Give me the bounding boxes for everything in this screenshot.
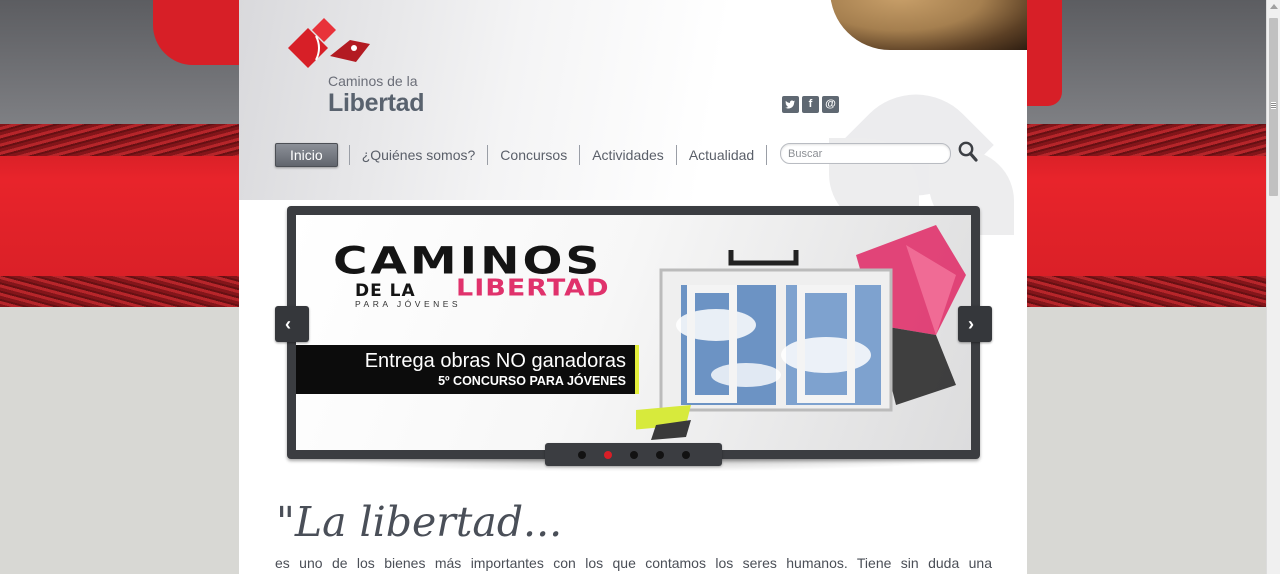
slide-caption-bar: Entrega obras NO ganadoras 5º CONCURSO P… (296, 345, 639, 394)
page-container: Caminos de la Libertad f @ Inicio ¿Quién… (239, 0, 1027, 574)
slider-dot-5[interactable] (681, 450, 690, 459)
scrollbar-thumb[interactable] (1269, 18, 1278, 196)
chevron-left-icon: ‹ (285, 314, 291, 334)
nav-item-actividades[interactable]: Actividades (580, 145, 677, 165)
slider-pagination (545, 443, 722, 466)
slide-banner[interactable]: CAMINOS DE LA LIBERTAD PARA JÓVENES Entr… (296, 215, 971, 450)
slider-dot-3[interactable] (629, 450, 638, 459)
social-links: f @ (782, 96, 839, 113)
slide-caption-sub: 5º CONCURSO PARA JÓVENES (438, 374, 626, 388)
slide-caption: Entrega obras NO ganadoras (364, 350, 626, 372)
nav-item-concursos[interactable]: Concursos (488, 145, 581, 165)
site-logo[interactable]: Caminos de la Libertad (286, 18, 456, 118)
background-shape (153, 0, 253, 65)
logo-text: Caminos de la (328, 73, 418, 89)
scroll-up-icon[interactable] (1270, 4, 1278, 9)
slider-dot-1[interactable] (577, 450, 586, 459)
main-nav: Inicio ¿Quiénes somos? Concursos Activid… (275, 142, 768, 168)
slider-dot-2[interactable] (603, 450, 612, 459)
body-paragraph: es uno de los bienes más importantes con… (275, 555, 992, 571)
nav-item-inicio[interactable]: Inicio (275, 143, 338, 167)
slider-prev-button[interactable]: ‹ (275, 306, 309, 342)
search-icon (958, 141, 978, 162)
search-input[interactable] (780, 143, 951, 164)
chevron-right-icon: › (968, 314, 974, 334)
scrollbar[interactable] (1266, 0, 1280, 574)
slide-subtitle: LIBERTAD (456, 275, 610, 302)
twitter-icon[interactable] (782, 96, 799, 113)
logo-title: Libertad (328, 89, 425, 117)
slide-pre: DE LA (355, 281, 416, 301)
nav-item-actualidad[interactable]: Actualidad (677, 145, 768, 165)
facebook-icon[interactable]: f (802, 96, 819, 113)
nav-item-quienes-somos[interactable]: ¿Quiénes somos? (350, 145, 489, 165)
email-icon[interactable]: @ (822, 96, 839, 113)
slider-dot-4[interactable] (655, 450, 664, 459)
slider-next-button[interactable]: › (958, 306, 992, 342)
slide-tagline: PARA JÓVENES (355, 299, 462, 309)
quote-heading: "La libertad... (276, 498, 563, 546)
slide-illustration (636, 225, 966, 440)
search-box (780, 140, 980, 166)
nav-divider (338, 145, 350, 165)
search-button[interactable] (956, 140, 980, 166)
